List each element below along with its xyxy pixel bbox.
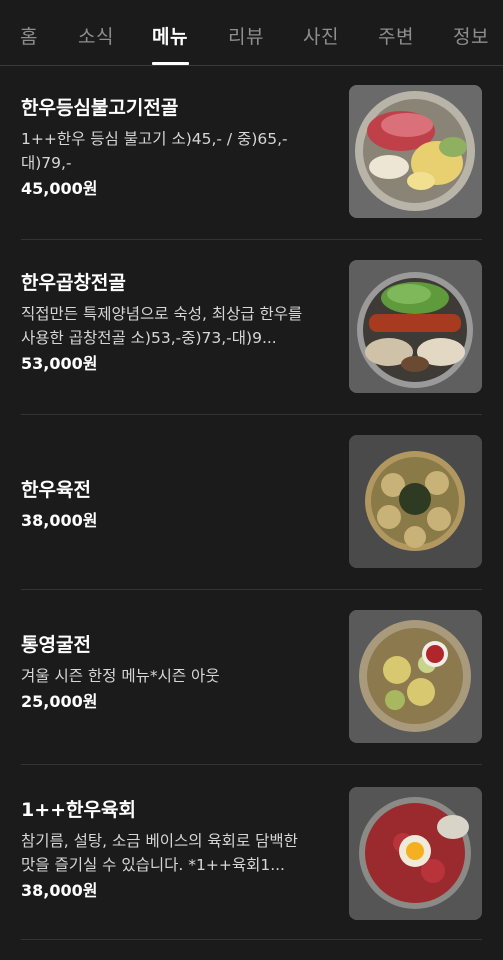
menu-item-description: 참기름, 설탕, 소금 베이스의 육회로 담백한 맛을 즐기실 수 있습니다. … <box>21 832 298 874</box>
bulgogi-hotpot-photo <box>349 85 482 218</box>
active-tab-indicator <box>152 62 189 65</box>
yukhoe-photo <box>349 787 482 920</box>
menu-item-text: 한우곱창전골 직접만든 특제양념으로 숙성, 최상급 한우를 사용한 곱창전골 … <box>21 270 331 376</box>
menu-item-name: 한우등심불고기전골 <box>21 97 179 119</box>
oyster-pancake-photo <box>349 610 482 743</box>
menu-item[interactable]: 한우육전 38,000원 <box>21 415 482 590</box>
tab-news[interactable]: 소식 <box>78 22 114 66</box>
menu-item-description: 직접만든 특제양념으로 숙성, 최상급 한우를 사용한 곱창전골 소)53,-중… <box>21 305 303 347</box>
tab-menu[interactable]: 메뉴 <box>152 22 188 66</box>
gopchang-hotpot-photo <box>349 260 482 393</box>
tab-reviews[interactable]: 리뷰 <box>228 22 264 66</box>
menu-item-text: 1++한우육회 참기름, 설탕, 소금 베이스의 육회로 담백한 맛을 즐기실 … <box>21 797 331 903</box>
menu-item-text: 한우육전 38,000원 <box>21 477 331 533</box>
tab-bar: 홈 소식 메뉴 리뷰 사진 주변 정보 <box>0 0 503 66</box>
menu-item-text: 통영굴전 겨울 시즌 한정 메뉴*시즌 아웃 25,000원 <box>21 632 331 714</box>
menu-item[interactable]: 1++한우육회 참기름, 설탕, 소금 베이스의 육회로 담백한 맛을 즐기실 … <box>21 765 482 940</box>
tab-info[interactable]: 정보 <box>453 22 489 66</box>
tab-photos[interactable]: 사진 <box>303 22 339 66</box>
menu-item-price: 25,000원 <box>21 692 98 711</box>
menu-item[interactable]: 한우곱창전골 직접만든 특제양념으로 숙성, 최상급 한우를 사용한 곱창전골 … <box>21 240 482 415</box>
menu-item-price: 45,000원 <box>21 179 98 198</box>
tab-nearby[interactable]: 주변 <box>378 22 414 66</box>
menu-item-description: 겨울 시즌 한정 메뉴*시즌 아웃 <box>21 667 220 685</box>
menu-item-name: 한우곱창전골 <box>21 272 126 294</box>
menu-item-text: 한우등심불고기전골 1++한우 등심 불고기 소)45,- / 중)65,-대)… <box>21 95 331 201</box>
menu-item-price: 38,000원 <box>21 881 98 900</box>
menu-item-name: 1++한우육회 <box>21 799 136 821</box>
menu-item-name: 통영굴전 <box>21 634 91 656</box>
menu-item[interactable]: 한우등심불고기전골 1++한우 등심 불고기 소)45,- / 중)65,-대)… <box>21 67 482 240</box>
menu-item-description: 1++한우 등심 불고기 소)45,- / 중)65,-대)79,- <box>21 130 288 172</box>
tab-home[interactable]: 홈 <box>20 22 38 66</box>
menu-item[interactable]: 통영굴전 겨울 시즌 한정 메뉴*시즌 아웃 25,000원 <box>21 590 482 765</box>
menu-item-price: 53,000원 <box>21 354 98 373</box>
yukjeon-photo <box>349 435 482 568</box>
menu-item-name: 한우육전 <box>21 479 91 501</box>
menu-item-price: 38,000원 <box>21 511 98 530</box>
